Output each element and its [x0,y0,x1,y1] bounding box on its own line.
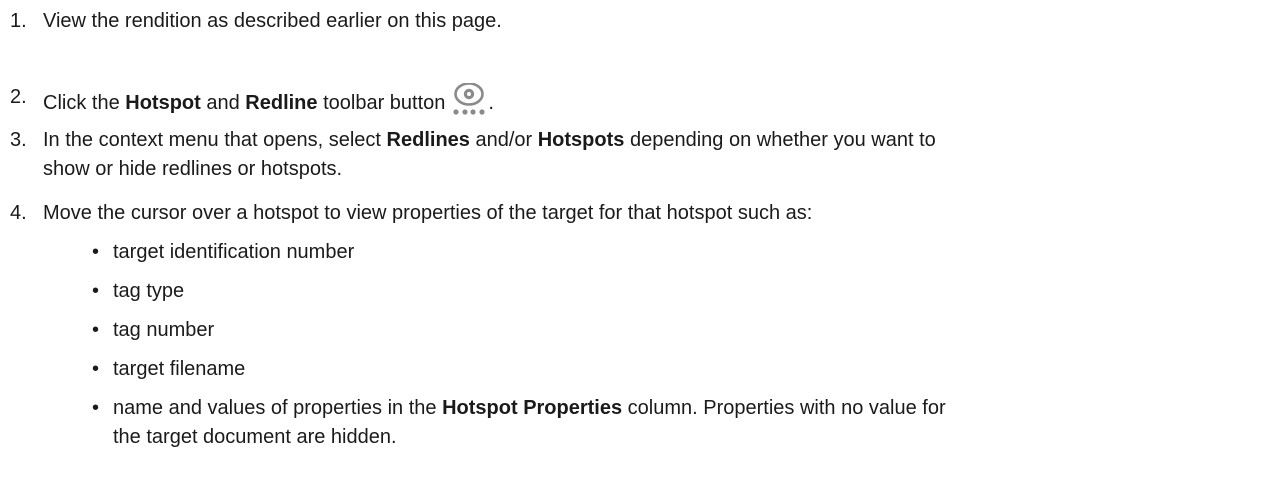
bullet-item: • tag type [0,277,1260,306]
hotspot-properties-term: Hotspot Properties [442,397,623,419]
bullet-text: target identification number [113,241,355,263]
step-number: 3. [10,129,27,151]
step-1: 1. View the rendition as described earli… [0,7,1260,36]
step-text: Move the cursor over a hotspot to view p… [43,199,1260,228]
step-3: 3. In the context menu that opens, selec… [0,126,1260,184]
bullet-marker: • [92,280,100,302]
step-4: 4. Move the cursor over a hotspot to vie… [0,199,1260,228]
bullet-marker: • [92,241,100,263]
step-text-segment: In the context menu that opens, select [43,129,387,151]
step-text-segment: Move the cursor over a hotspot to view p… [43,202,813,224]
redline-term: Redline [245,92,318,114]
bullet-item: • name and values of properties in the H… [0,394,1260,452]
bullet-text: name and values of properties in the Hot… [113,394,1260,423]
bullet-text-segment: name and values of properties in the [113,397,443,419]
hotspot-term: Hotspot [125,92,201,114]
bullet-item: • tag number [0,316,1260,345]
step-text-segment: depending on whether you want to [624,129,936,151]
eye-with-dots-icon [451,83,487,115]
step-text: In the context menu that opens, select R… [43,126,1260,155]
hotspots-term: Hotspots [537,129,625,151]
bullet-text: target filename [113,358,246,380]
step-text-continuation: show or hide redlines or hotspots. [43,158,343,180]
step-text-segment: toolbar button [317,92,446,114]
redlines-term: Redlines [386,129,470,151]
bullet-text: tag type [113,280,185,302]
bullet-text-segment: column. Properties with no value for [622,397,946,419]
step-2: 2. Click the Hotspot and Redline toolbar… [0,83,1260,118]
bullet-text: tag number [113,319,215,341]
step-text-segment: and [200,92,246,114]
step-number: 2. [10,86,27,108]
bullet-marker: • [92,397,100,419]
step-text-segment: . [488,92,494,114]
step-text: View the rendition as described earlier … [43,7,1260,36]
bullet-item: • target identification number [0,238,1260,267]
step-text-segment: Click the [43,92,126,114]
step-text-segment: View the rendition as described earlier … [43,10,502,32]
instruction-document: 1. View the rendition as described earli… [0,0,1270,481]
step-text-segment: and/or [469,129,538,151]
step-number: 4. [10,202,27,224]
bullet-item: • target filename [0,355,1260,384]
bullet-marker: • [92,319,100,341]
bullet-text-continuation: the target document are hidden. [113,426,397,448]
bullet-marker: • [92,358,100,380]
step-number: 1. [10,10,27,32]
step-text: Click the Hotspot and Redline toolbar bu… [43,83,1260,118]
